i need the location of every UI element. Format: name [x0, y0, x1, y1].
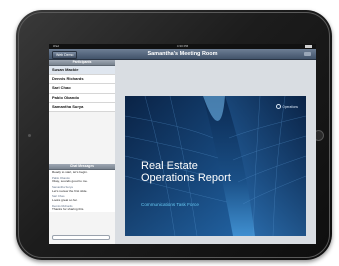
ipad-device: iPad 4:30 PM Web Demo Samantha's Meeting… — [16, 10, 332, 260]
chat-message-text: Looks great so far. — [52, 198, 78, 202]
slide-title-line: Real Estate — [141, 160, 198, 172]
chat-input[interactable] — [52, 235, 110, 240]
chat-message-text: Thanks for sharing this. — [52, 208, 85, 212]
chat-message: Pablo Obando Okay, sounds good to me. — [52, 177, 113, 184]
logo-text: Operations — [282, 104, 298, 109]
participant-item[interactable]: Samantha Surya — [49, 102, 115, 112]
chat-message: Samantha Surya Let's review the first sl… — [52, 186, 113, 193]
chat-message: Ready to start, let's begin. — [52, 171, 113, 175]
participant-list: Susan Mackie Dennis Richards Sari Chao P… — [49, 66, 115, 112]
participant-item[interactable]: Dennis Richards — [49, 75, 115, 85]
slide-title-line: Operations Report — [141, 172, 231, 184]
options-icon[interactable] — [304, 52, 311, 56]
screen: iPad 4:30 PM Web Demo Samantha's Meeting… — [49, 44, 316, 244]
company-logo: Operations — [275, 104, 298, 109]
chat-list: Ready to start, let's begin. Pablo Oband… — [49, 169, 115, 212]
chat-message: Sari Chao Looks great so far. — [52, 195, 113, 202]
slide-title: Real Estate Operations Report — [141, 160, 251, 184]
participant-item[interactable]: Pablo Obando — [49, 93, 115, 103]
participant-item[interactable]: Sari Chao — [49, 84, 115, 94]
chat-message: Dennis Richards Thanks for sharing this. — [52, 205, 113, 212]
chat-message-text: Let's review the first slide. — [52, 189, 88, 193]
camera-icon — [28, 134, 31, 137]
chat-message-text: Ready to start, let's begin. — [52, 170, 88, 174]
sidebar: Participants Susan Mackie Dennis Richard… — [49, 60, 116, 244]
presentation-slide: Operations Real Estate Operations Report… — [125, 96, 306, 236]
navigation-bar: Web Demo Samantha's Meeting Room — [49, 49, 316, 60]
participant-list-empty-space — [49, 111, 115, 162]
logo-mark-icon — [275, 104, 281, 109]
battery-icon — [305, 45, 312, 48]
slide-subtitle: Communications Task Force — [141, 202, 199, 207]
presentation-area: Operations Real Estate Operations Report… — [115, 60, 316, 244]
page-title: Samantha's Meeting Room — [147, 51, 218, 57]
participant-item[interactable]: Susan Mackie — [49, 66, 115, 76]
chat-message-text: Okay, sounds good to me. — [52, 180, 88, 184]
